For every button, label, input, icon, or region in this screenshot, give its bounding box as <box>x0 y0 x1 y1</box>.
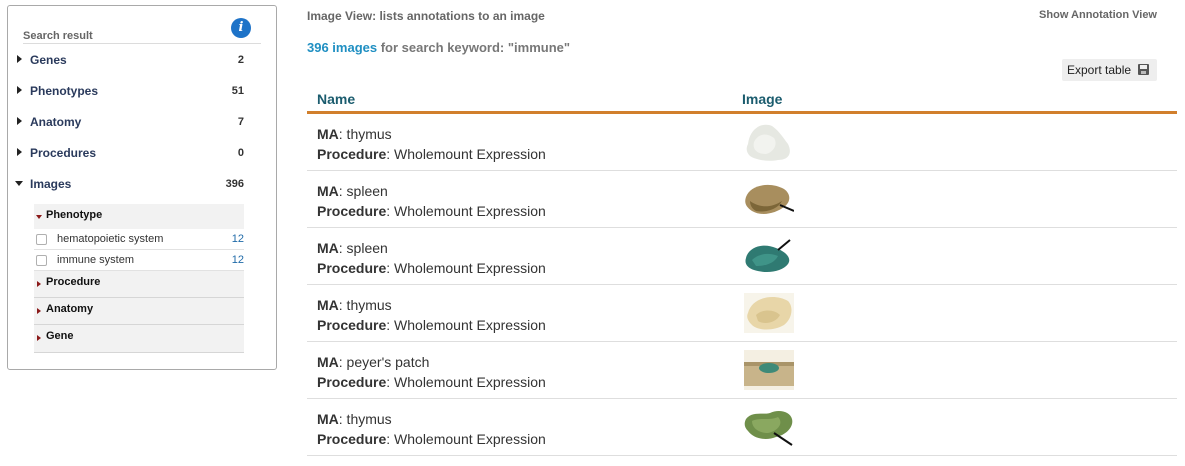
save-icon <box>1138 64 1149 75</box>
procedure-label: Procedure <box>317 431 387 447</box>
caret-right-icon <box>17 55 22 63</box>
filter-option-hematopoietic-system: hematopoietic system 12 <box>34 229 244 250</box>
export-table-label: Export table <box>1067 63 1132 77</box>
filter-option-count[interactable]: 12 <box>232 233 244 245</box>
show-annotation-view-link[interactable]: Show Annotation View <box>1039 9 1157 21</box>
facet-count: 0 <box>237 147 244 159</box>
facet-genes[interactable]: Genes 2 <box>15 50 253 70</box>
annotation-cell: MA: peyer's patch Procedure: Wholemount … <box>317 352 546 392</box>
subfacet-phenotype[interactable]: Phenotype <box>34 204 244 230</box>
image-results-table: Name Image MA: thymus Procedure: Wholemo… <box>307 87 1177 456</box>
spleen-thumbnail[interactable] <box>744 236 794 276</box>
annotation-cell: MA: thymus Procedure: Wholemount Express… <box>317 409 546 449</box>
annotation-cell: MA: spleen Procedure: Wholemount Express… <box>317 238 546 278</box>
facet-label: Procedures <box>30 146 97 160</box>
ma-label: MA <box>317 297 339 313</box>
ma-value: : thymus <box>338 297 392 313</box>
procedure-label: Procedure <box>317 260 387 276</box>
facet-procedures[interactable]: Procedures 0 <box>15 143 253 163</box>
procedure-value: : Wholemount Expression <box>386 203 546 219</box>
procedure-label: Procedure <box>317 374 387 390</box>
caret-down-icon <box>15 181 23 186</box>
filter-option-label: immune system <box>57 254 135 266</box>
facet-count: 7 <box>237 116 244 128</box>
spleen-thumbnail[interactable] <box>744 179 794 219</box>
annotation-cell: MA: spleen Procedure: Wholemount Express… <box>317 181 546 221</box>
subfacet-label: Gene <box>46 330 74 342</box>
thymus-thumbnail[interactable] <box>744 122 794 162</box>
facet-label: Images <box>30 177 72 191</box>
column-header-name[interactable]: Name <box>317 91 355 107</box>
thymus-thumbnail[interactable] <box>744 293 794 333</box>
subfacet-gene[interactable]: Gene <box>34 325 244 353</box>
thymus-thumbnail[interactable] <box>744 407 794 447</box>
result-count: 396 images <box>307 40 378 55</box>
subfacet-label: Anatomy <box>46 303 94 315</box>
subfacet-label: Procedure <box>46 276 101 288</box>
procedure-value: : Wholemount Expression <box>386 260 546 276</box>
facet-label: Phenotypes <box>30 84 99 98</box>
caret-right-icon <box>17 148 22 156</box>
filter-checkbox[interactable] <box>36 255 47 266</box>
facet-count: 396 <box>225 178 244 190</box>
table-row: MA: thymus Procedure: Wholemount Express… <box>307 399 1177 456</box>
view-title: Image View: lists annotations to an imag… <box>307 9 545 23</box>
ma-value: : thymus <box>338 126 392 142</box>
procedure-value: : Wholemount Expression <box>386 431 546 447</box>
ma-value: : peyer's patch <box>338 354 430 370</box>
result-summary: 396 images for search keyword: "immune" <box>307 40 570 55</box>
facet-count: 51 <box>231 85 244 97</box>
subfacet-label: Phenotype <box>46 209 103 221</box>
procedure-label: Procedure <box>317 317 387 333</box>
subfacet-procedure[interactable]: Procedure <box>34 271 244 298</box>
annotation-cell: MA: thymus Procedure: Wholemount Express… <box>317 295 546 335</box>
facet-label: Genes <box>30 53 67 67</box>
ma-label: MA <box>317 183 339 199</box>
ma-label: MA <box>317 126 339 142</box>
table-row: MA: thymus Procedure: Wholemount Express… <box>307 114 1177 171</box>
facet-label: Anatomy <box>30 115 82 129</box>
facet-phenotypes[interactable]: Phenotypes 51 <box>15 81 253 101</box>
procedure-label: Procedure <box>317 146 387 162</box>
annotation-cell: MA: thymus Procedure: Wholemount Express… <box>317 124 546 164</box>
facet-anatomy[interactable]: Anatomy 7 <box>15 112 253 132</box>
filter-option-count[interactable]: 12 <box>232 254 244 266</box>
caret-right-icon <box>37 281 41 287</box>
caret-down-icon <box>36 215 42 219</box>
caret-right-icon <box>17 86 22 94</box>
subfacet-anatomy[interactable]: Anatomy <box>34 298 244 325</box>
ma-label: MA <box>317 240 339 256</box>
column-header-image: Image <box>742 91 783 107</box>
ma-label: MA <box>317 411 339 427</box>
search-result-header: Search result i <box>23 17 261 44</box>
facet-images[interactable]: Images 396 <box>15 174 253 194</box>
table-row: MA: spleen Procedure: Wholemount Express… <box>307 228 1177 285</box>
ma-label: MA <box>317 354 339 370</box>
caret-right-icon <box>17 117 22 125</box>
procedure-value: : Wholemount Expression <box>386 374 546 390</box>
filter-option-immune-system: immune system 12 <box>34 250 244 271</box>
ma-value: : thymus <box>338 411 392 427</box>
export-table-button[interactable]: Export table <box>1062 59 1157 81</box>
table-row: MA: peyer's patch Procedure: Wholemount … <box>307 342 1177 399</box>
result-keyword-text: for search keyword: "immune" <box>377 40 571 55</box>
search-result-title: Search result <box>23 30 93 42</box>
filter-option-label: hematopoietic system <box>57 233 164 245</box>
ma-value: : spleen <box>338 240 388 256</box>
peyers-patch-thumbnail[interactable] <box>744 350 794 390</box>
ma-value: : spleen <box>338 183 388 199</box>
table-row: MA: thymus Procedure: Wholemount Express… <box>307 285 1177 342</box>
facet-count: 2 <box>237 54 244 66</box>
filter-checkbox[interactable] <box>36 234 47 245</box>
procedure-value: : Wholemount Expression <box>386 317 546 333</box>
procedure-value: : Wholemount Expression <box>386 146 546 162</box>
table-header: Name Image <box>307 87 1177 114</box>
caret-right-icon <box>37 335 41 341</box>
procedure-label: Procedure <box>317 203 387 219</box>
table-row: MA: spleen Procedure: Wholemount Express… <box>307 171 1177 228</box>
caret-right-icon <box>37 308 41 314</box>
info-icon[interactable]: i <box>231 18 251 38</box>
